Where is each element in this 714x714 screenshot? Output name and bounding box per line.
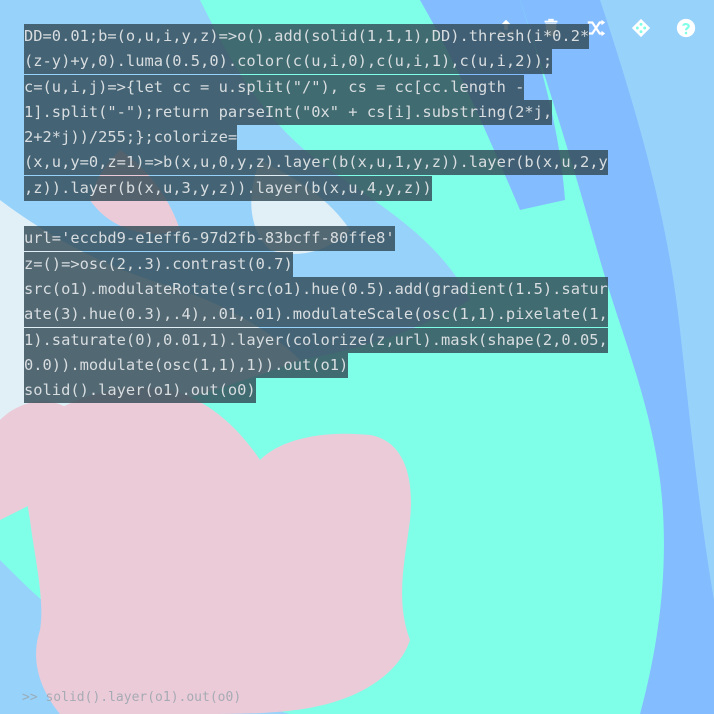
code-line[interactable]: ,z)).layer(b(x,u,3,y,z)).layer(b(x,u,4,y… [24, 175, 432, 201]
code-line[interactable]: 2+2*j))/255;};colorize= [24, 125, 238, 151]
code-line[interactable]: 1).saturate(0),0.01,1).layer(colorize(z,… [24, 327, 608, 353]
code-line[interactable]: (x,u,y=0,z=1)=>b(x,u,0,y,z).layer(b(x,u,… [24, 150, 608, 176]
code-editor[interactable]: DD=0.01;b=(o,u,i,y,z)=>o().add(solid(1,1… [24, 24, 714, 404]
code-line[interactable]: c=(u,i,j)=>{let cc = u.split("/"), cs = … [24, 74, 525, 100]
console-output: >> solid().layer(o1).out(o0) [22, 690, 242, 705]
code-line[interactable]: ate(3).hue(0.3),.4),.01,.01).modulateSca… [24, 302, 608, 328]
code-line[interactable]: url='eccbd9-e1eff6-97d2fb-83bcff-80ffe8' [24, 226, 395, 252]
code-line[interactable]: solid().layer(o1).out(o0) [24, 378, 256, 404]
code-line[interactable]: (z-y)+y,0).luma(0.5,0).color(c(u,i,0),c(… [24, 49, 553, 75]
code-line[interactable]: 0.0)).modulate(osc(1,1),1)).out(o1) [24, 352, 349, 378]
code-line[interactable]: src(o1).modulateRotate(src(o1).hue(0.5).… [24, 276, 608, 302]
code-line[interactable]: 1].split("-");return parseInt("0x" + cs[… [24, 99, 553, 125]
code-line[interactable]: z=()=>osc(2,.3).contrast(0.7) [24, 251, 293, 277]
code-line[interactable]: DD=0.01;b=(o,u,i,y,z)=>o().add(solid(1,1… [24, 24, 590, 49]
